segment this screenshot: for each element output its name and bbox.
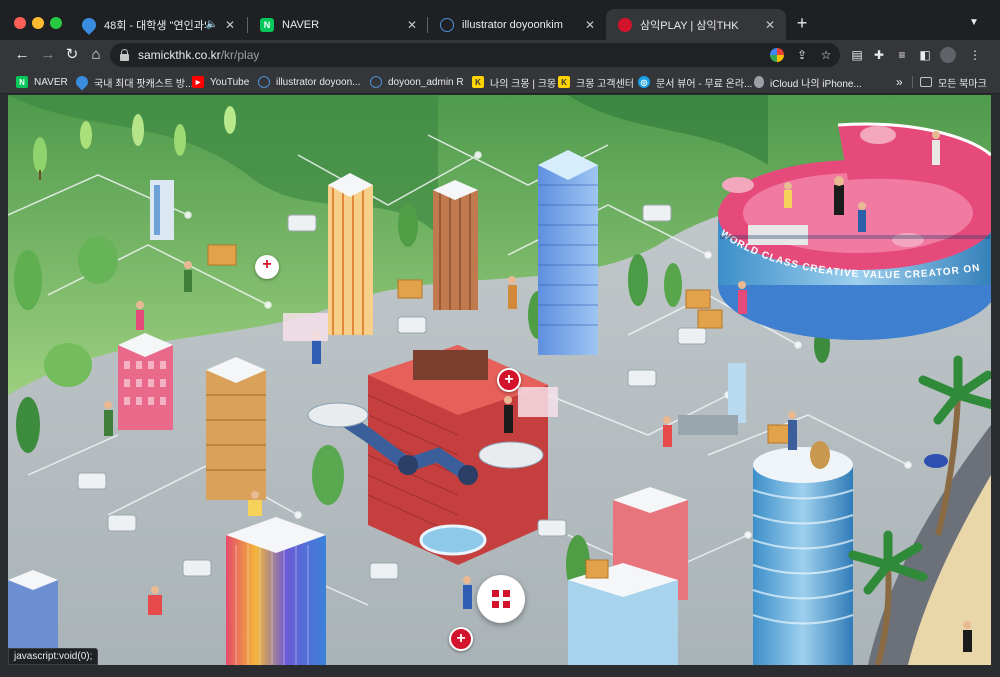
bookmark-youtube[interactable]: ▶ YouTube xyxy=(192,74,249,90)
bookmark-illustrator[interactable]: illustrator doyoon... xyxy=(258,74,361,90)
blue-glass-tower xyxy=(538,150,598,355)
tab-illustrator[interactable]: illustrator doyoonkim ✕ xyxy=(428,9,606,40)
bookmark-divider xyxy=(912,76,913,88)
apple-icon xyxy=(754,76,764,88)
home-button[interactable]: ⌂ xyxy=(86,45,106,65)
bookmark-naver[interactable]: N NAVER xyxy=(16,74,68,90)
tan-tower xyxy=(206,357,266,500)
back-button[interactable]: ← xyxy=(12,45,32,65)
google-lens-icon[interactable] xyxy=(770,48,784,62)
globe-icon xyxy=(258,76,270,88)
all-bookmarks-folder[interactable]: 모든 북마크 xyxy=(920,74,987,90)
folder-icon xyxy=(920,77,932,87)
close-tab-icon[interactable]: ✕ xyxy=(222,18,238,32)
forward-button[interactable]: → xyxy=(38,45,58,65)
bookmark-doc-viewer[interactable]: ◎ 문서 뷰어 - 무료 온라... xyxy=(638,74,752,90)
tab-naver[interactable]: N NAVER ✕ xyxy=(248,9,428,40)
browser-window: 48회 - 대학생 "연인과의 첫 집" 🔈 ✕ N NAVER ✕ illus… xyxy=(0,0,1000,677)
menu-grid-button[interactable] xyxy=(477,575,525,623)
tab-samick-play[interactable]: 삼익PLAY | 삼익THK ✕ xyxy=(606,9,786,40)
youtube-icon: ▶ xyxy=(192,76,204,88)
tab-label: 삼익PLAY | 삼익THK xyxy=(640,19,739,32)
white-tower xyxy=(150,180,174,240)
pink-building xyxy=(118,333,173,430)
minimize-window-button[interactable] xyxy=(32,17,44,29)
tab-strip: 48회 - 대학생 "연인과의 첫 집" 🔈 ✕ N NAVER ✕ illus… xyxy=(0,0,1000,40)
doc-viewer-icon: ◎ xyxy=(638,76,650,88)
striped-tower xyxy=(328,173,373,335)
status-bar-link-preview: javascript:void(0); xyxy=(8,648,99,665)
profile-avatar[interactable] xyxy=(940,47,956,63)
blue-car xyxy=(924,454,948,468)
kmong-icon: K xyxy=(472,76,484,88)
toolbar: ← → ↻ ⌂ samickthk.co.kr/kr/play ⇪ ☆ ▤ ✚ … xyxy=(0,40,1000,70)
brown-tower xyxy=(433,180,478,310)
hotspot-plus-button[interactable]: + xyxy=(255,255,279,279)
zoom-window-button[interactable] xyxy=(50,17,62,29)
speaker-icon[interactable]: 🔈 xyxy=(206,19,218,30)
bookmark-icloud[interactable]: iCloud 나의 iPhone... xyxy=(754,74,862,90)
hotspot-plus-button[interactable]: + xyxy=(497,368,521,392)
blue-drop-icon xyxy=(79,14,99,35)
hologram-sign xyxy=(518,387,558,417)
bookmark-kmong-support[interactable]: K 크몽 고객센터 xyxy=(558,74,634,90)
url-text: samickthk.co.kr/kr/play xyxy=(138,48,260,62)
grid-menu-icon xyxy=(492,590,499,597)
reading-list-icon[interactable]: ≡ xyxy=(893,46,911,64)
kmong-icon: K xyxy=(558,76,570,88)
tab-label: illustrator doyoonkim xyxy=(462,18,563,31)
globe-icon xyxy=(370,76,382,88)
lock-icon[interactable] xyxy=(120,49,129,61)
tab-podcast[interactable]: 48회 - 대학생 "연인과의 첫 집" 🔈 ✕ xyxy=(70,9,246,40)
close-tab-icon[interactable]: ✕ xyxy=(762,18,778,32)
cylinder-tower xyxy=(752,447,854,665)
tab-label: 48회 - 대학생 "연인과의 첫 집" xyxy=(104,19,206,32)
tab-label: NAVER xyxy=(282,18,320,31)
extensions-puzzle-icon[interactable]: ✚ xyxy=(870,46,888,64)
bookmark-doyoon-admin[interactable]: doyoon_admin R xyxy=(370,74,464,90)
close-tab-icon[interactable]: ✕ xyxy=(582,18,598,32)
hologram-sign xyxy=(283,313,328,341)
address-bar[interactable]: samickthk.co.kr/kr/play ⇪ ☆ xyxy=(110,43,840,67)
chrome-menu-icon[interactable]: ⋮ xyxy=(966,46,984,64)
bookmarks-bar: N NAVER 국내 최대 팟캐스트 방... ▶ YouTube illustra… xyxy=(0,70,1000,94)
share-icon[interactable]: ⇪ xyxy=(794,47,810,63)
glass-building xyxy=(568,563,678,665)
tab-search-icon[interactable]: ▼ xyxy=(965,14,983,32)
reload-button[interactable]: ↻ xyxy=(62,45,82,65)
rainbow-building xyxy=(226,517,326,665)
bookmark-podcast[interactable]: 국내 최대 팟캐스트 방... xyxy=(73,73,193,91)
new-tab-button[interactable]: + xyxy=(793,14,811,32)
naver-icon: N xyxy=(16,76,28,88)
bookmark-kmong[interactable]: K 나의 크몽 | 크몽 xyxy=(472,74,556,90)
blue-drop-icon xyxy=(73,73,91,91)
close-window-button[interactable] xyxy=(14,17,26,29)
close-tab-icon[interactable]: ✕ xyxy=(404,18,420,32)
samick-play-illustration: WORLD CLASS CREATIVE VALUE CREATOR ON SP… xyxy=(8,95,991,665)
naver-icon: N xyxy=(260,17,274,32)
samick-icon xyxy=(618,17,632,32)
hotspot-plus-button[interactable]: + xyxy=(449,627,473,651)
bookmarks-overflow-button[interactable]: » xyxy=(896,74,903,90)
fountain xyxy=(419,524,487,556)
extension-doc-icon[interactable]: ▤ xyxy=(848,46,866,64)
globe-icon xyxy=(440,17,454,32)
bookmark-star-icon[interactable]: ☆ xyxy=(818,47,834,63)
side-panel-icon[interactable]: ◧ xyxy=(916,46,934,64)
